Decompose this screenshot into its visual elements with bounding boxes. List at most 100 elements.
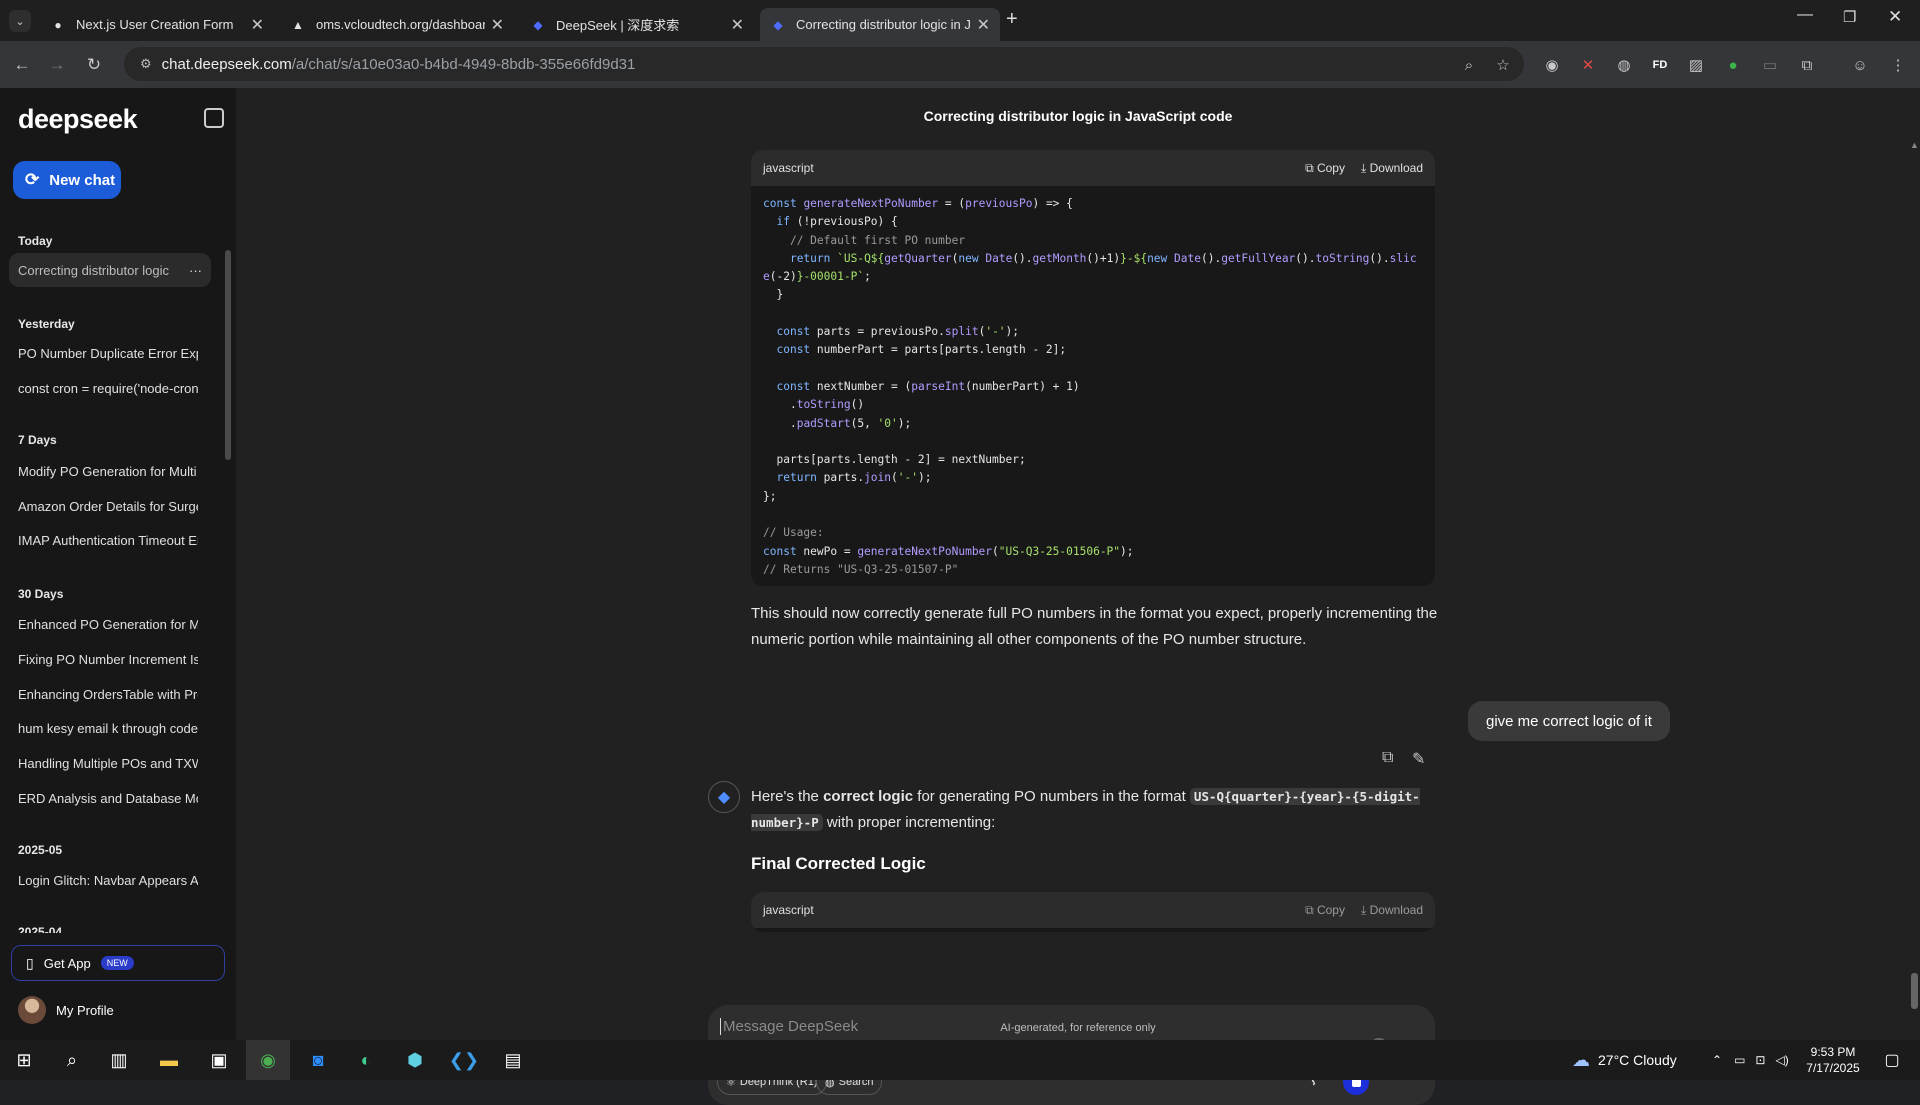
- section-today: Today: [18, 234, 53, 248]
- chat-item[interactable]: const cron = require('node-cron: [18, 381, 198, 396]
- system-tray-icons[interactable]: ⌃ ▭ ⊡ ◁): [1712, 1040, 1789, 1080]
- close-window-icon[interactable]: ✕: [1888, 7, 1902, 27]
- windows-start-icon[interactable]: ⊞: [2, 1040, 46, 1080]
- extension-fd-icon[interactable]: FD: [1648, 53, 1672, 77]
- mongodb-compass-icon[interactable]: ◐: [344, 1040, 388, 1080]
- tab-list-chevron-icon[interactable]: ⌄: [9, 10, 31, 32]
- edit-message-icon[interactable]: ✎: [1412, 749, 1425, 769]
- chat-item[interactable]: Enhancing OrdersTable with Pro: [18, 687, 198, 702]
- browser-tab[interactable]: ▲ oms.vcloudtech.org/dashboard ✕: [280, 8, 514, 41]
- new-chat-button[interactable]: ⟳ New chat: [13, 161, 121, 199]
- download-icon: ⤓: [1360, 902, 1370, 917]
- search-icon[interactable]: ⌕: [50, 1040, 94, 1080]
- main-scrollbar[interactable]: [1911, 973, 1918, 1009]
- close-tab-icon[interactable]: ✕: [491, 15, 504, 35]
- notifications-icon[interactable]: ▢: [1870, 1040, 1914, 1080]
- browser-tab[interactable]: ● Next.js User Creation Form ✕: [40, 8, 274, 41]
- chat-item[interactable]: Amazon Order Details for Surge: [18, 499, 198, 514]
- extension-x-icon[interactable]: ✕: [1576, 53, 1600, 77]
- volume-icon[interactable]: ◁): [1775, 1053, 1788, 1067]
- new-chat-icon: ⟳: [25, 170, 40, 189]
- chat-item[interactable]: Handling Multiple POs and TXW: [18, 756, 198, 771]
- browser-tab[interactable]: ◆ DeepSeek | 深度求索 ✕: [520, 8, 754, 41]
- extensions-puzzle-icon[interactable]: ⧉: [1795, 53, 1819, 77]
- chat-item[interactable]: Modify PO Generation for Multi: [18, 464, 198, 479]
- section-2025-04: 2025-04: [18, 925, 63, 933]
- chat-item[interactable]: ERD Analysis and Database Mod: [18, 791, 198, 806]
- browser-tab-bar: ⌄ ● Next.js User Creation Form ✕ ▲ oms.v…: [0, 0, 1920, 41]
- reload-icon[interactable]: ↻: [81, 52, 107, 78]
- code-block-header: javascript ⧉ Copy ⤓ Download: [751, 150, 1435, 186]
- zoom-icon[interactable]: ⌕: [1457, 53, 1481, 77]
- extension-image-icon[interactable]: ▨: [1684, 53, 1708, 77]
- profile-label: My Profile: [56, 1002, 114, 1018]
- task-view-icon[interactable]: ▥: [97, 1040, 141, 1080]
- terminal-icon[interactable]: ▤: [491, 1040, 535, 1080]
- extension-glasses-icon[interactable]: ◉: [1540, 53, 1564, 77]
- close-tab-icon[interactable]: ✕: [731, 15, 744, 35]
- copy-message-icon[interactable]: ⧉: [1382, 749, 1393, 767]
- my-profile-button[interactable]: My Profile: [18, 996, 114, 1024]
- code-content[interactable]: const generateNextPoNumber = (previousPo…: [751, 186, 1435, 585]
- download-code-button[interactable]: ⤓ Download: [1361, 161, 1423, 176]
- code-language-label: javascript: [763, 903, 814, 917]
- chat-title: Correcting distributor logic in JavaScri…: [923, 108, 1233, 124]
- url-host: chat.deepseek.com: [161, 55, 292, 73]
- download-label: Download: [1369, 160, 1423, 175]
- deepseek-avatar-icon: ◆: [708, 781, 740, 813]
- deepseek-icon: ◆: [773, 17, 783, 32]
- battery-icon[interactable]: ▭: [1734, 1053, 1745, 1067]
- weather-widget[interactable]: ☁ 27°C Cloudy: [1572, 1040, 1677, 1080]
- disclaimer: AI-generated, for reference only: [1000, 1022, 1156, 1034]
- address-bar[interactable]: ⚙ chat.deepseek.com/a/chat/s/a10e03a0-b4…: [124, 47, 1524, 81]
- vscode-icon[interactable]: ❮❯: [442, 1040, 486, 1080]
- browser-tab-active[interactable]: ◆ Correcting distributor logic in Ja ✕: [760, 8, 1000, 41]
- extension-cast-icon[interactable]: ▭: [1758, 53, 1782, 77]
- chevron-up-icon[interactable]: ⌃: [1712, 1053, 1722, 1067]
- extension-green-icon[interactable]: ●: [1721, 53, 1745, 77]
- download-code-button[interactable]: ⤓ Download: [1361, 903, 1423, 918]
- chrome-icon[interactable]: ◉: [246, 1040, 290, 1080]
- chat-item-selected[interactable]: Correcting distributor logic ···: [9, 253, 211, 287]
- answer-heading: Final Corrected Logic: [751, 854, 926, 873]
- chat-item[interactable]: Enhanced PO Generation for Mu: [18, 617, 198, 632]
- store-icon[interactable]: ▣: [197, 1040, 241, 1080]
- profile-avatar-icon[interactable]: ☺: [1848, 53, 1872, 77]
- extension-globe-icon[interactable]: ◍: [1612, 53, 1636, 77]
- chat-item[interactable]: Login Glitch: Navbar Appears Ab: [18, 873, 198, 888]
- clock[interactable]: 9:53 PM 7/17/2025: [1798, 1044, 1868, 1076]
- close-tab-icon[interactable]: ✕: [251, 15, 264, 35]
- copy-code-button[interactable]: ⧉ Copy: [1305, 161, 1345, 176]
- zoom-app-icon[interactable]: ◙: [296, 1040, 340, 1080]
- forward-icon[interactable]: →: [44, 52, 70, 78]
- scroll-up-icon[interactable]: ▲: [1910, 140, 1919, 150]
- copy-icon: ⧉: [1305, 902, 1317, 917]
- new-chat-label: New chat: [49, 171, 116, 189]
- app-hexagon-icon[interactable]: ⬢: [393, 1040, 437, 1080]
- get-app-button[interactable]: ▯ Get App NEW: [11, 945, 225, 981]
- chat-item[interactable]: PO Number Duplicate Error Expl: [18, 346, 198, 361]
- browser-menu-icon[interactable]: ⋮: [1886, 53, 1910, 77]
- minimize-icon[interactable]: —: [1797, 6, 1813, 24]
- collapse-sidebar-icon[interactable]: [204, 108, 224, 128]
- chat-item[interactable]: Fixing PO Number Increment Iss: [18, 652, 198, 667]
- section-yesterday: Yesterday: [18, 317, 75, 331]
- network-icon[interactable]: ⊡: [1755, 1053, 1765, 1067]
- deepseek-logo[interactable]: deepseek: [18, 104, 138, 135]
- new-tab-icon[interactable]: +: [1006, 8, 1018, 31]
- tab-title: Correcting distributor logic in Ja: [796, 17, 971, 32]
- file-explorer-icon[interactable]: ▬: [147, 1040, 191, 1080]
- assistant-answer: Here's the correct logic for generating …: [751, 784, 1441, 836]
- more-options-icon[interactable]: ···: [189, 263, 202, 278]
- close-tab-icon[interactable]: ✕: [977, 15, 990, 35]
- sidebar-scrollbar[interactable]: [225, 250, 231, 460]
- restore-icon[interactable]: ❐: [1843, 8, 1856, 26]
- site-info-icon[interactable]: ⚙: [140, 56, 152, 72]
- chat-item[interactable]: IMAP Authentication Timeout Er: [18, 533, 198, 548]
- back-icon[interactable]: ←: [9, 52, 35, 78]
- github-icon: ●: [54, 17, 62, 32]
- bookmark-star-icon[interactable]: ☆: [1491, 53, 1515, 77]
- taskbar: ⊞ ⌕ ▥ ▬ ▣ ◉ ◙ ◐ ⬢ ❮❯ ▤ ☁ 27°C Cloudy ⌃ ▭…: [0, 1040, 1920, 1080]
- copy-code-button[interactable]: ⧉ Copy: [1305, 903, 1345, 918]
- chat-item[interactable]: hum kesy email k through code: [18, 721, 198, 736]
